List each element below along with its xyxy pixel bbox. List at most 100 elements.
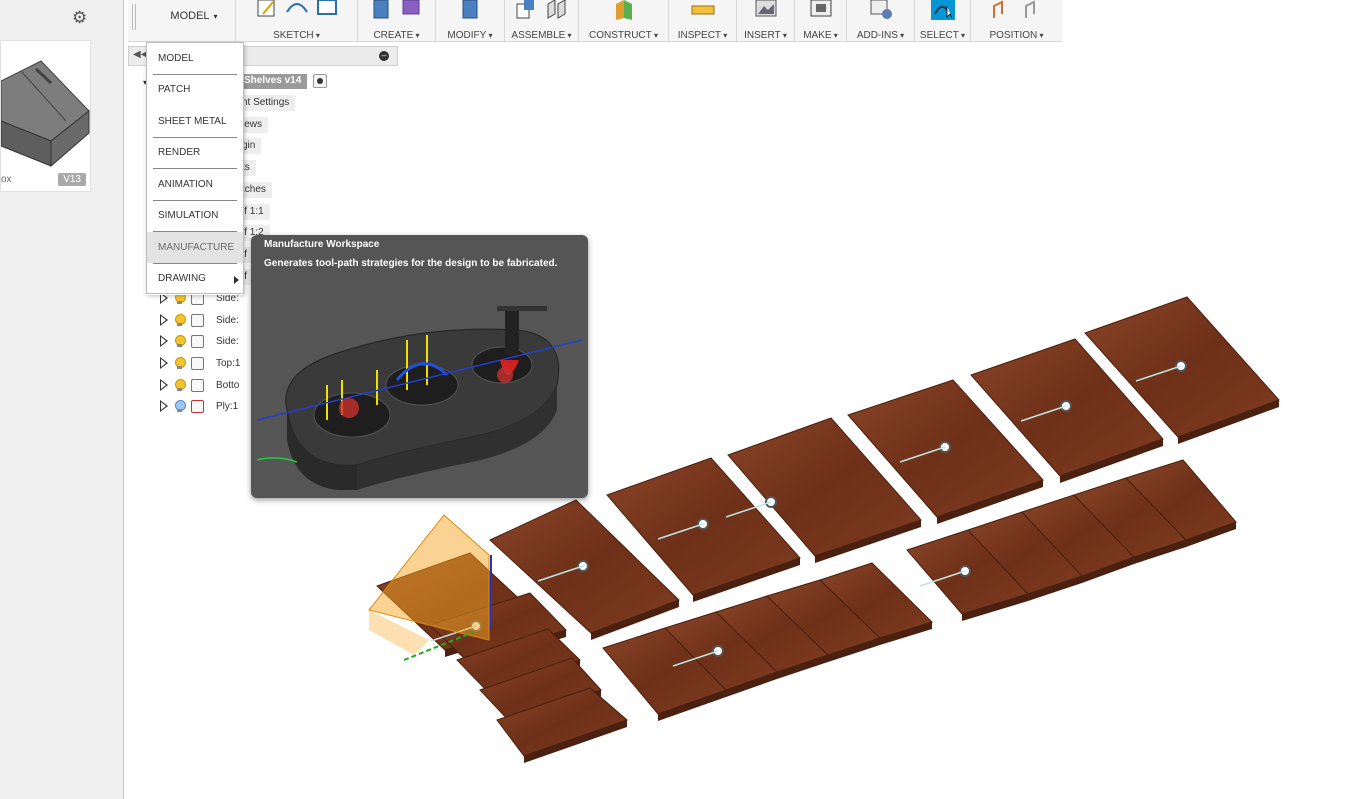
joint-marker[interactable]: [959, 565, 971, 577]
body-row[interactable]: Ply:1: [158, 397, 238, 415]
shelf-board[interactable]: [376, 552, 543, 651]
menu-item-render[interactable]: RENDER: [147, 138, 243, 169]
rectangle-icon[interactable]: [315, 0, 339, 20]
insert-group[interactable]: INSERT: [736, 0, 794, 42]
select-group[interactable]: SELECT: [914, 0, 970, 42]
position-group[interactable]: POSITION: [970, 0, 1062, 42]
shelf-board[interactable]: [727, 417, 922, 557]
shelf-board[interactable]: [489, 499, 680, 634]
tree-node-settings[interactable]: nt Settings: [236, 95, 296, 111]
modify-group[interactable]: MODIFY: [435, 0, 504, 42]
sketch-group[interactable]: SKETCH: [235, 0, 357, 42]
shelf-board[interactable]: [906, 529, 1029, 615]
expand-icon[interactable]: [160, 379, 168, 391]
shelf-board[interactable]: [1084, 296, 1280, 438]
joint-axis: [537, 565, 584, 582]
design-thumbnail[interactable]: ox V13: [0, 40, 91, 192]
new-component-icon[interactable]: [515, 0, 539, 20]
offset-plane-icon[interactable]: [612, 0, 636, 20]
body-row[interactable]: Side:: [158, 332, 239, 350]
create-sketch-icon[interactable]: [255, 0, 279, 20]
extrude-icon[interactable]: [370, 0, 394, 20]
make-group[interactable]: MAKE: [794, 0, 846, 42]
shelf-board[interactable]: [715, 595, 829, 673]
scripts-addins-icon[interactable]: [869, 0, 893, 20]
menu-item-animation[interactable]: ANIMATION: [147, 169, 243, 201]
insert-label: INSERT: [737, 30, 794, 41]
version-badge: V13: [58, 173, 86, 186]
visibility-bulb-icon[interactable]: [174, 356, 186, 370]
minimize-icon[interactable]: –: [379, 51, 389, 61]
inspect-group[interactable]: INSPECT: [668, 0, 736, 42]
revert-position-icon[interactable]: [1020, 0, 1044, 20]
joint-axis: [1135, 365, 1182, 382]
pattern-icon[interactable]: [400, 0, 424, 20]
expand-icon[interactable]: [160, 314, 168, 326]
joint-marker[interactable]: [1175, 360, 1187, 372]
shelf-board[interactable]: [1021, 494, 1135, 577]
shelf-board[interactable]: [496, 687, 628, 757]
joint-marker[interactable]: [1060, 400, 1072, 412]
assemble-group[interactable]: ASSEMBLE: [504, 0, 578, 42]
shelf-board[interactable]: [1073, 477, 1187, 558]
create-group[interactable]: CREATE: [357, 0, 435, 42]
visibility-bulb-icon[interactable]: [174, 378, 186, 392]
shelf-board[interactable]: [602, 627, 727, 715]
shelf-board[interactable]: [1125, 459, 1237, 541]
measure-icon[interactable]: [691, 0, 715, 20]
body-row[interactable]: Top:1: [158, 354, 240, 372]
construct-group[interactable]: CONSTRUCT: [578, 0, 668, 42]
gear-icon[interactable]: ⚙: [72, 9, 88, 26]
board-edge: [777, 655, 828, 679]
shelf-board[interactable]: [664, 611, 778, 691]
joint-marker[interactable]: [939, 441, 951, 453]
3d-print-icon[interactable]: [809, 0, 833, 20]
joint-marker[interactable]: [765, 496, 777, 508]
toolbar-grip[interactable]: [132, 4, 136, 30]
activate-radio[interactable]: [313, 74, 327, 88]
expand-icon[interactable]: [160, 357, 168, 369]
joint-axis: [1020, 405, 1067, 422]
tooltip-description: Generates tool-path strategies for the d…: [264, 258, 558, 269]
press-pull-icon[interactable]: [458, 0, 482, 20]
shelf-board[interactable]: [970, 338, 1164, 477]
workspace-switcher-button[interactable]: MODEL ▾: [146, 4, 242, 28]
shelf-board[interactable]: [456, 628, 581, 693]
menu-item-label: PATCH: [158, 84, 191, 96]
expand-icon[interactable]: [160, 400, 168, 412]
shelf-board[interactable]: [606, 457, 801, 596]
joint-axis: [657, 523, 704, 540]
capture-position-icon[interactable]: [990, 0, 1014, 20]
menu-item-drawing[interactable]: DRAWING: [147, 264, 243, 295]
add-ins-label: ADD-INS: [847, 30, 914, 41]
shelf-board[interactable]: [429, 592, 567, 661]
insert-image-icon[interactable]: [754, 0, 778, 20]
select-cursor-icon[interactable]: [930, 0, 955, 20]
menu-item-manufacture[interactable]: MANUFACTURE: [147, 232, 243, 264]
visibility-bulb-icon[interactable]: [174, 399, 186, 413]
root-component[interactable]: Shelves v14: [238, 74, 308, 89]
menu-item-sheet-metal[interactable]: SHEET METAL: [147, 106, 243, 138]
menu-item-patch[interactable]: PATCH: [147, 75, 243, 106]
body-row[interactable]: Side:: [158, 311, 239, 329]
joint-axis: [430, 625, 477, 642]
joint-marker[interactable]: [697, 518, 709, 530]
shelf-board[interactable]: [847, 379, 1044, 518]
line-icon[interactable]: [285, 0, 309, 20]
expand-icon[interactable]: [160, 335, 168, 347]
joint-marker[interactable]: [712, 645, 724, 657]
joint-marker[interactable]: [577, 560, 589, 572]
menu-item-model[interactable]: MODEL: [147, 43, 243, 75]
menu-item-simulation[interactable]: SIMULATION: [147, 201, 243, 232]
joint-marker[interactable]: [470, 620, 482, 632]
add-ins-group[interactable]: ADD-INS: [846, 0, 914, 42]
shelf-board[interactable]: [766, 579, 881, 656]
joint-icon[interactable]: [545, 0, 569, 20]
shelf-board[interactable]: [819, 562, 933, 639]
modify-label: MODIFY: [436, 30, 504, 41]
shelf-board[interactable]: [967, 511, 1083, 595]
body-row[interactable]: Botto: [158, 376, 239, 394]
visibility-bulb-icon[interactable]: [174, 313, 186, 327]
visibility-bulb-icon[interactable]: [174, 334, 186, 348]
shelf-board[interactable]: [479, 657, 602, 723]
